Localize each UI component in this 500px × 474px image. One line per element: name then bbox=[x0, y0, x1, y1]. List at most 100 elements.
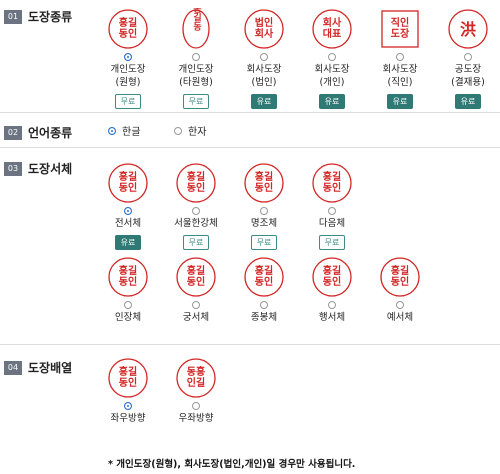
seal-type-option[interactable]: 홍길동 개인도장 (타원형) 무료 bbox=[162, 8, 230, 109]
option-sublabel: (결재용) bbox=[451, 77, 485, 88]
price-badge: 유료 bbox=[114, 235, 142, 250]
radio-button[interactable] bbox=[124, 207, 132, 215]
section-number: 03 bbox=[4, 161, 22, 176]
svg-text:洪: 洪 bbox=[460, 20, 476, 39]
language-option-hangul[interactable]: 한글 bbox=[108, 123, 140, 138]
svg-text:동인: 동인 bbox=[391, 275, 409, 288]
svg-text:직인: 직인 bbox=[391, 16, 409, 29]
seal-image: 홍길동 bbox=[182, 8, 210, 49]
radio-button[interactable] bbox=[260, 301, 268, 309]
option-label: 서울한강체 bbox=[174, 218, 218, 229]
seal-image: 회사대표 bbox=[312, 9, 352, 49]
section-number: 04 bbox=[4, 360, 22, 375]
seal-image: 동홍인길 bbox=[176, 358, 216, 398]
radio-button[interactable] bbox=[124, 53, 132, 61]
radio-button[interactable] bbox=[328, 207, 336, 215]
font-option[interactable]: 홍길 동인종봉체 bbox=[230, 256, 298, 324]
language-label: 한글 bbox=[122, 127, 141, 138]
svg-text:홍길: 홍길 bbox=[391, 264, 409, 277]
font-option[interactable]: 홍길 동인 궁서체 bbox=[162, 256, 230, 324]
section-seal-type: 01 도장종류 홍길 동인 개인도장 (원형) 무료 홍길동 개인도장 (타원형) 무료 법인 회사… bbox=[0, 0, 500, 113]
price-badge: 무료 bbox=[182, 94, 210, 109]
radio-button[interactable] bbox=[192, 301, 200, 309]
section-header: 02 언어종류 bbox=[4, 124, 72, 141]
option-label: 개인도장 bbox=[178, 64, 214, 75]
section-number: 02 bbox=[4, 125, 22, 140]
radio-button[interactable] bbox=[192, 402, 200, 410]
svg-text:홍길: 홍길 bbox=[119, 264, 137, 277]
svg-text:동인: 동인 bbox=[119, 181, 137, 194]
section-header: 03 도장서체 bbox=[4, 160, 72, 177]
price-badge: 유료 bbox=[454, 94, 482, 109]
radio-button[interactable] bbox=[108, 126, 116, 135]
svg-text:홍길: 홍길 bbox=[187, 170, 205, 183]
option-label: 행서체 bbox=[318, 312, 346, 323]
seal-image: 홍길동인 bbox=[244, 257, 284, 297]
language-option-hanja[interactable]: 한자 bbox=[174, 123, 206, 138]
radio-button[interactable] bbox=[192, 207, 200, 215]
font-option[interactable]: 홍길 동인인장체 bbox=[94, 256, 162, 324]
option-label: 회사도장 bbox=[314, 64, 350, 75]
svg-text:홍길: 홍길 bbox=[255, 264, 273, 277]
section-header: 04 도장배열 bbox=[4, 359, 72, 376]
option-label: 종봉체 bbox=[250, 312, 278, 323]
svg-text:동인: 동인 bbox=[323, 181, 341, 194]
svg-text:동인: 동인 bbox=[119, 27, 137, 40]
svg-text:동홍: 동홍 bbox=[187, 365, 205, 378]
svg-text:동인: 동인 bbox=[119, 275, 137, 288]
svg-text:대표: 대표 bbox=[323, 27, 341, 40]
option-sublabel: (법인) bbox=[251, 77, 277, 88]
layout-option[interactable]: 동홍 인길우좌방향 bbox=[162, 357, 230, 425]
seal-image: 법인회사 bbox=[244, 9, 284, 49]
section-number: 01 bbox=[4, 9, 22, 24]
radio-button[interactable] bbox=[328, 53, 336, 61]
svg-text:회사: 회사 bbox=[323, 16, 342, 29]
section-title: 언어종류 bbox=[28, 126, 73, 140]
font-option[interactable]: 홍길 동인 서울한강체 무료 bbox=[162, 162, 230, 250]
seal-type-option[interactable]: 홍길 동인 개인도장 (원형) 무료 bbox=[94, 8, 162, 109]
svg-text:홍길: 홍길 bbox=[323, 264, 341, 277]
font-option[interactable]: 홍길 동인 다음체 무료 bbox=[298, 162, 366, 250]
option-label: 우좌방향 bbox=[178, 413, 214, 424]
radio-button[interactable] bbox=[260, 53, 268, 61]
option-label: 명조체 bbox=[250, 218, 278, 229]
font-option[interactable]: 홍길 동인 전서체 유료 bbox=[94, 162, 162, 250]
radio-button[interactable] bbox=[328, 301, 336, 309]
radio-button[interactable] bbox=[124, 301, 132, 309]
seal-image: 홍길동인 bbox=[108, 9, 148, 49]
seal-type-option[interactable]: 洪 공도장 (결재용) 유료 bbox=[434, 8, 500, 109]
option-label: 인장체 bbox=[114, 312, 142, 323]
radio-button[interactable] bbox=[124, 402, 132, 410]
svg-text:동인: 동인 bbox=[119, 376, 137, 389]
radio-button[interactable] bbox=[396, 53, 404, 61]
seal-image: 홍길동인 bbox=[108, 358, 148, 398]
seal-image: 홍길동인 bbox=[108, 163, 148, 203]
seal-type-option[interactable]: 직인 도장 회사도장 (직인) 유료 bbox=[366, 8, 434, 109]
font-option[interactable]: 홍길 동인 명조체 무료 bbox=[230, 162, 298, 250]
svg-text:인길: 인길 bbox=[187, 376, 205, 389]
section-title: 도장서체 bbox=[28, 162, 73, 176]
svg-text:동인: 동인 bbox=[255, 275, 273, 288]
price-badge: 무료 bbox=[250, 235, 278, 250]
layout-option[interactable]: 홍길 동인 좌우방향 bbox=[94, 357, 162, 425]
section-font: 03 도장서체 홍길 동인 전서체 유료 홍길 동인 서울한강체 무료 홍길 동인 명조체 무료 홍길 동… bbox=[0, 148, 500, 345]
radio-button[interactable] bbox=[192, 53, 200, 61]
seal-image: 홍길동인 bbox=[380, 257, 420, 297]
svg-text:법인: 법인 bbox=[255, 16, 273, 29]
language-label: 한자 bbox=[188, 127, 207, 138]
radio-button[interactable] bbox=[174, 126, 182, 135]
section-title: 도장종류 bbox=[28, 10, 73, 24]
price-badge: 무료 bbox=[182, 235, 210, 250]
svg-text:홍길: 홍길 bbox=[187, 264, 205, 277]
svg-text:홍길: 홍길 bbox=[119, 365, 137, 378]
font-option[interactable]: 홍길 동인 행서체 bbox=[298, 256, 366, 324]
seal-type-option[interactable]: 법인 회사 회사도장 (법인) 유료 bbox=[230, 8, 298, 109]
seal-image: 홍길동인 bbox=[108, 257, 148, 297]
font-option[interactable]: 홍길 동인 예서체 bbox=[366, 256, 434, 324]
radio-button[interactable] bbox=[464, 53, 472, 61]
option-sublabel: (원형) bbox=[115, 77, 141, 88]
radio-button[interactable] bbox=[396, 301, 404, 309]
seal-type-option[interactable]: 회사 대표 회사도장 (개인) 유료 bbox=[298, 8, 366, 109]
radio-button[interactable] bbox=[260, 207, 268, 215]
svg-text:도장: 도장 bbox=[391, 27, 410, 40]
